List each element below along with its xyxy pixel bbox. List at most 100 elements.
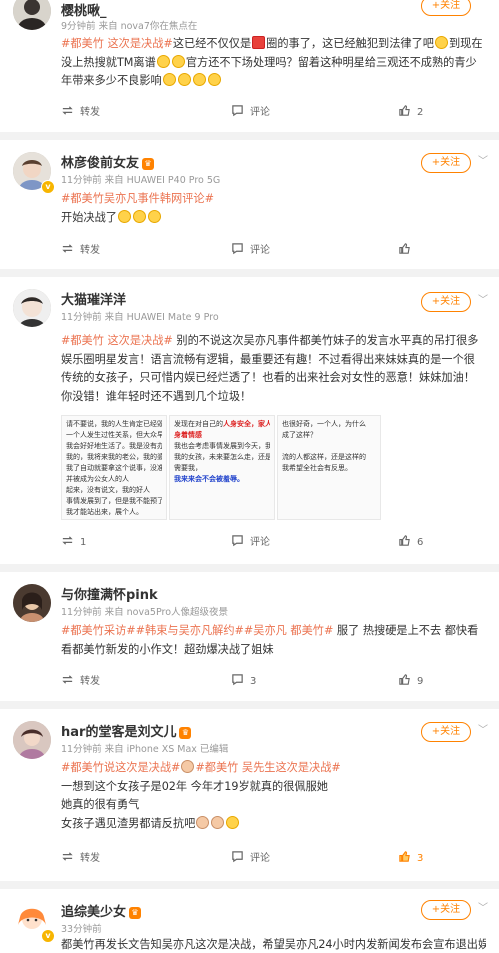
- username[interactable]: har的堂客是刘文儿: [61, 725, 176, 740]
- comment-count: 3: [250, 676, 257, 687]
- comment-icon: [232, 674, 243, 686]
- post-meta: 11分钟前 来自 HUAWEI Mate 9 Pro: [61, 312, 219, 323]
- repost-button[interactable]: 转发: [61, 241, 100, 261]
- topic-link[interactable]: #都美竹采访##韩束与吴亦凡解约##吴亦凡 都美竹#: [61, 624, 333, 637]
- repost-icon: [62, 106, 73, 115]
- chevron-down-icon[interactable]: ﹀: [478, 152, 488, 167]
- post-text-line: 一想到这个女孩子是02年 今年才19岁就真的很佩服她: [61, 779, 328, 793]
- topic-link[interactable]: #都美竹 这次是决战#: [61, 334, 173, 347]
- post-meta: 11分钟前 来自 iPhone XS Max 已编辑: [61, 744, 229, 755]
- comment-icon: [232, 535, 243, 547]
- repost-button[interactable]: 1: [61, 533, 86, 553]
- post-actions: 转发 评论 2: [0, 103, 499, 123]
- topic-link[interactable]: #都美竹说这次是决战#: [61, 761, 180, 774]
- comment-button[interactable]: 评论: [231, 849, 270, 869]
- image-text: 事情发展到了，但是我不能预了她们的: [66, 497, 162, 505]
- username-row: 林彦俊前女友 ♛: [61, 152, 155, 171]
- post-meta: 9分钟前 来自 nova7你在焦点在: [61, 21, 198, 32]
- comment-icon: [232, 243, 243, 255]
- like-button-active[interactable]: 3: [398, 849, 423, 869]
- image-text: 请不要说，我的人生肯定已经毁了。: [66, 420, 162, 428]
- repost-icon: [62, 675, 73, 684]
- username-row: har的堂客是刘文儿 ♛: [61, 721, 192, 740]
- image-text: 我的，我将来我的老公，我的婆婆: [66, 453, 162, 461]
- post-text-segment: 这已经不仅仅是: [172, 37, 252, 50]
- post-text-segment: 开始决战了: [61, 210, 117, 224]
- image-grid: 请不要说，我的人生肯定已经毁了。 一个人发生过性关系，但大众早已经 我会好好地生…: [61, 415, 381, 520]
- username[interactable]: 追综美少女: [61, 905, 126, 920]
- feed-post-6: v 追综美少女 ♛ 33分钟前 +关注 ﹀ 都美竹再发长文告知吴亦凡这次是决战，希…: [0, 889, 499, 953]
- post-text-line: 她真的很有勇气: [61, 798, 140, 811]
- username-row: 追综美少女 ♛: [61, 901, 142, 920]
- vip-icon: ♛: [179, 727, 192, 739]
- chevron-down-icon[interactable]: ﹀: [478, 899, 488, 914]
- username[interactable]: 大猫璀洋洋: [61, 289, 126, 308]
- repost-button[interactable]: 转发: [61, 103, 100, 123]
- image-text: 我来来会不会被羞辱。: [174, 475, 244, 483]
- emoji-icon: [252, 36, 266, 49]
- post-actions: 转发 评论 3: [0, 849, 499, 869]
- like-button[interactable]: 2: [398, 103, 423, 123]
- follow-button[interactable]: +关注: [421, 900, 471, 920]
- verified-icon: v: [41, 180, 55, 194]
- vip-icon: ♛: [142, 158, 155, 170]
- post-meta: 33分钟前: [61, 924, 102, 935]
- repost-button[interactable]: 转发: [61, 672, 100, 692]
- like-button[interactable]: 6: [398, 533, 423, 553]
- username[interactable]: 樱桃啾_: [61, 0, 107, 19]
- follow-button[interactable]: +关注: [421, 153, 471, 173]
- emoji-icon: [117, 209, 131, 223]
- emoji-icon: [147, 209, 161, 223]
- image-spacer: [282, 441, 376, 452]
- like-button[interactable]: [398, 241, 417, 261]
- username[interactable]: 林彦俊前女友: [61, 156, 139, 171]
- avatar[interactable]: [13, 0, 51, 30]
- repost-button[interactable]: 转发: [61, 849, 100, 869]
- image-thumbnail-1[interactable]: 请不要说，我的人生肯定已经毁了。 一个人发生过性关系，但大众早已经 我会好好地生…: [61, 415, 167, 520]
- comment-button[interactable]: 评论: [231, 533, 270, 553]
- image-text: 一个人发生过性关系，但大众早已经: [66, 431, 162, 439]
- topic-link[interactable]: #都美竹 吴先生这次是决战#: [195, 761, 340, 774]
- comment-button[interactable]: 3: [231, 672, 256, 692]
- image-text: 流的人都这样，还是这样的: [282, 453, 366, 461]
- chevron-down-icon[interactable]: ﹀: [478, 721, 488, 736]
- image-text: 人身安全，家人: [223, 420, 270, 428]
- thumbs-up-icon: [399, 105, 410, 116]
- like-count: 3: [417, 853, 424, 864]
- image-thumbnail-3[interactable]: 也很好奇，一个人，为什么 成了这样？ 流的人都这样，还是这样的 我希望全社会有反…: [277, 415, 381, 520]
- topic-link[interactable]: #都美竹吴亦凡事件韩网评论#: [61, 192, 214, 205]
- emoji-icon: [177, 73, 191, 86]
- image-text: 我希望全社会有反思。: [282, 464, 352, 472]
- post-text: #都美竹采访##韩束与吴亦凡解约##吴亦凡 都美竹# 服了 热搜硬是上不去 都快…: [61, 622, 486, 659]
- emoji-icon: [171, 54, 185, 68]
- feed-post-3: 大猫璀洋洋 11分钟前 来自 HUAWEI Mate 9 Pro +关注 ﹀ #…: [0, 277, 499, 564]
- like-button[interactable]: 9: [398, 672, 423, 692]
- follow-button[interactable]: +关注: [421, 292, 471, 312]
- emoji-icon: [181, 760, 195, 773]
- chevron-down-icon[interactable]: ﹀: [478, 291, 488, 306]
- avatar[interactable]: [13, 289, 51, 327]
- repost-label: 转发: [80, 245, 100, 256]
- emoji-icon: [192, 73, 206, 86]
- comment-button[interactable]: 评论: [231, 241, 270, 261]
- image-thumbnail-2[interactable]: 发现在对自己的人身安全，家人 身着情感 我也会考虑事情发展到今天，我 我的女孩，…: [169, 415, 275, 520]
- like-count: 9: [417, 676, 424, 687]
- image-text: 也很好奇，一个人，为什么: [282, 420, 366, 428]
- avatar[interactable]: [13, 584, 51, 622]
- image-text: 成了这样？: [282, 431, 317, 439]
- comment-label: 评论: [250, 853, 270, 864]
- comment-button[interactable]: 评论: [231, 103, 270, 123]
- emoji-icon: [207, 73, 221, 86]
- username[interactable]: 与你撞满怀pink: [61, 584, 158, 603]
- topic-link[interactable]: #都美竹 这次是决战#: [61, 37, 173, 50]
- emoji-icon: [211, 815, 225, 829]
- comment-label: 评论: [250, 537, 270, 548]
- like-count: 2: [417, 107, 424, 118]
- like-count: 6: [417, 537, 424, 548]
- image-text: 并被成为公女人的人: [66, 475, 129, 483]
- follow-button[interactable]: +关注: [421, 0, 471, 16]
- follow-button[interactable]: +关注: [421, 722, 471, 742]
- repost-icon: [62, 536, 73, 545]
- avatar[interactable]: [13, 721, 51, 759]
- emoji-icon: [196, 815, 210, 829]
